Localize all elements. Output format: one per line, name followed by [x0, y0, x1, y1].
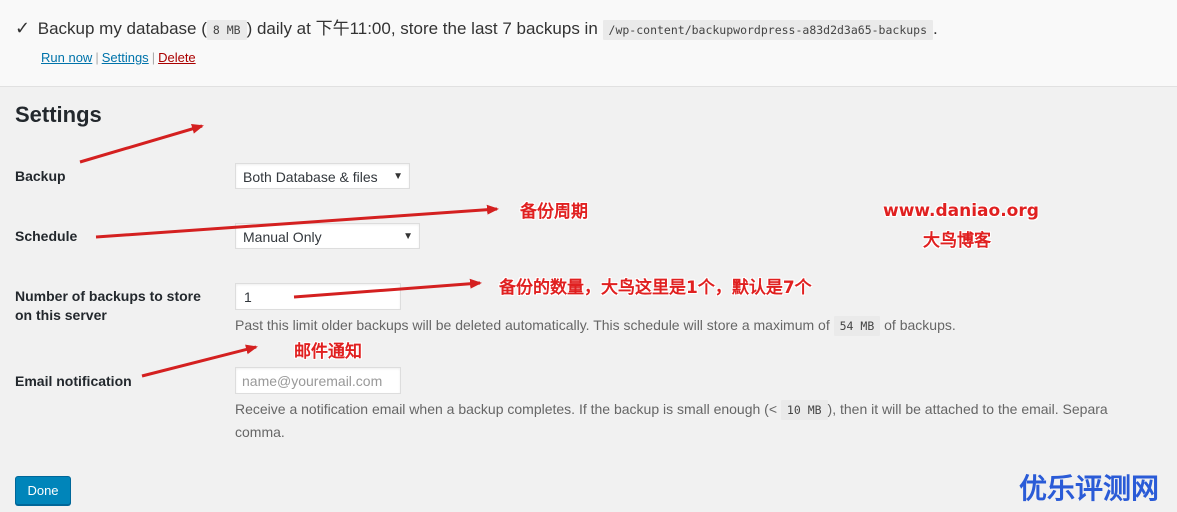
max-storage-size: 54 MB	[833, 316, 881, 336]
annotation-email: 邮件通知	[294, 342, 362, 362]
annotation-site-url: www.daniao.org	[883, 201, 1039, 221]
email-help: Receive a notification email when a back…	[235, 398, 1108, 443]
backup-path: /wp-content/backupwordpress-a83d2d3a65-b…	[602, 20, 934, 40]
settings-title: Settings	[15, 102, 102, 127]
dropdown-caret-icon: ▼	[403, 231, 413, 242]
checkmark-icon: ✓	[15, 18, 31, 38]
schedule-summary: ✓ Backup my database (8 MB) daily at 下午1…	[0, 0, 1177, 87]
email-help-text: Receive a notification email when a back…	[235, 401, 778, 417]
run-now-link[interactable]: Run now	[41, 50, 92, 65]
watermark-logo: 优乐评测网	[1019, 472, 1160, 505]
dropdown-caret-icon: ▼	[393, 171, 403, 182]
schedule-text-end: .	[933, 19, 938, 38]
schedule-sentence: ✓ Backup my database (8 MB) daily at 下午1…	[15, 16, 938, 42]
email-help-line1: Receive a notification email when a back…	[235, 398, 1108, 421]
schedule-value: Manual Only	[243, 229, 322, 245]
backups-count-label: Number of backups to store on this serve…	[15, 287, 201, 325]
email-help-text-end: ), then it will be attached to the email…	[827, 401, 1108, 417]
email-notification-label: Email notification	[15, 373, 132, 389]
separator: |	[95, 50, 99, 65]
backups-count-input[interactable]: 1	[235, 283, 401, 310]
backups-count-label-line2: on this server	[15, 307, 107, 323]
done-button[interactable]: Done	[15, 476, 71, 505]
schedule-actions: Run now | Settings | Delete	[41, 50, 196, 65]
backup-label: Backup	[15, 168, 66, 184]
annotation-count: 备份的数量，大鸟这里是1个，默认是7个	[499, 278, 812, 298]
schedule-text-before: Backup my database (	[37, 19, 207, 38]
backups-count-label-line1: Number of backups to store	[15, 288, 201, 304]
arrow-backup	[79, 124, 204, 164]
schedule-label: Schedule	[15, 228, 78, 244]
email-help-line2: comma.	[235, 424, 285, 440]
delete-link[interactable]: Delete	[158, 50, 196, 65]
backups-count-help-text: Past this limit older backups will be de…	[235, 317, 830, 333]
database-size: 8 MB	[206, 20, 247, 40]
schedule-text-middle: ) daily at 下午11:00, store the last 7 bac…	[246, 19, 598, 38]
backup-type-value: Both Database & files	[243, 169, 378, 185]
backups-count-help-end: of backups.	[884, 317, 956, 333]
schedule-select[interactable]: Manual Only ▼	[235, 223, 420, 249]
annotation-schedule: 备份周期	[520, 202, 588, 222]
separator: |	[151, 50, 156, 65]
email-input[interactable]: name@youremail.com	[235, 367, 401, 394]
settings-link[interactable]: Settings	[102, 50, 149, 65]
backups-count-help: Past this limit older backups will be de…	[235, 314, 956, 337]
attachment-size-limit: 10 MB	[780, 400, 828, 420]
annotation-site-name: 大鸟博客	[923, 231, 991, 251]
backup-type-select[interactable]: Both Database & files ▼	[235, 163, 410, 189]
